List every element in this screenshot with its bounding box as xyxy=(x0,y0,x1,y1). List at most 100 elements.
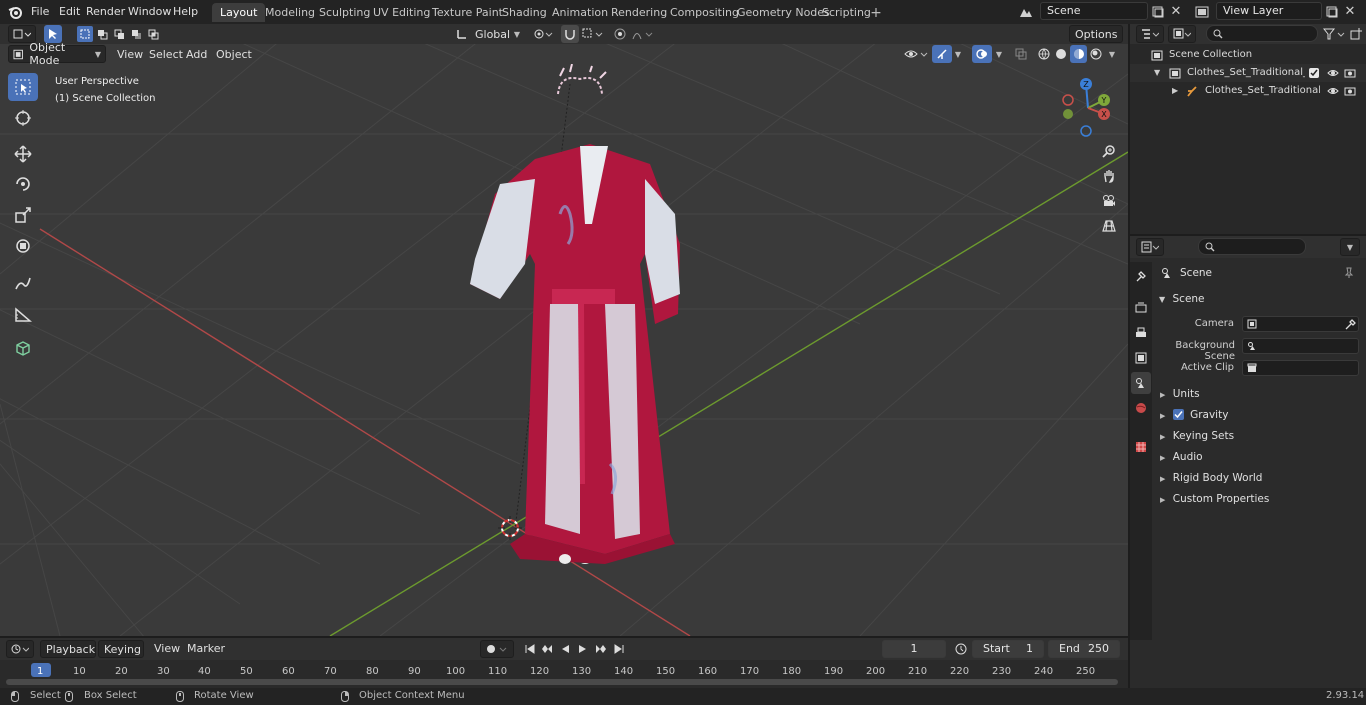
end-frame-field[interactable]: End 250 xyxy=(1048,640,1120,658)
snap-icon[interactable] xyxy=(561,25,579,43)
output-properties-tab-icon[interactable] xyxy=(1131,322,1151,344)
panel-units[interactable]: ▶ Units xyxy=(1156,384,1362,404)
menu-help[interactable]: Help xyxy=(168,3,203,21)
outliner-row-scene-collection[interactable]: Scene Collection xyxy=(1130,46,1366,64)
tool-measure-icon[interactable] xyxy=(8,300,38,328)
menu-object[interactable]: Object xyxy=(211,46,257,63)
pan-view-icon[interactable] xyxy=(1098,165,1120,187)
timeline-menu-view[interactable]: View xyxy=(149,640,185,657)
proportional-falloff-icon[interactable] xyxy=(630,26,656,42)
view-layer-field[interactable]: View Layer xyxy=(1216,2,1322,20)
background-scene-field[interactable] xyxy=(1242,338,1359,354)
outliner-display-mode-icon[interactable] xyxy=(1168,25,1196,43)
new-view-layer-icon[interactable] xyxy=(1324,3,1340,20)
scene-name-field[interactable]: Scene xyxy=(1040,2,1148,20)
delete-scene-icon[interactable]: ✕ xyxy=(1168,3,1184,20)
outliner-editor-type-icon[interactable] xyxy=(1136,25,1164,43)
tool-properties-tab-icon[interactable] xyxy=(1131,265,1151,287)
object-mode-icon[interactable]: Object Mode ▼ xyxy=(8,41,106,67)
tool-select-box-icon[interactable] xyxy=(8,73,38,101)
menu-file[interactable]: File xyxy=(26,3,54,21)
gizmo-dropdown-icon[interactable]: ▼ xyxy=(952,46,964,62)
use-preview-range-icon[interactable] xyxy=(953,641,969,657)
keying-dropdown[interactable]: Keying xyxy=(98,640,144,658)
xray-toggle-icon[interactable] xyxy=(1012,46,1030,62)
outliner-row-collection[interactable]: ▼ Clothes_Set_Traditional_Chine xyxy=(1130,64,1366,82)
jump-end-icon[interactable] xyxy=(611,641,627,657)
world-properties-tab-icon[interactable] xyxy=(1131,397,1151,419)
select-mode-new-icon[interactable] xyxy=(77,26,93,42)
snap-target-icon[interactable] xyxy=(580,26,606,42)
gizmo-toggle-icon[interactable] xyxy=(932,45,952,63)
tool-cursor-icon[interactable] xyxy=(8,104,38,132)
scene-section-header[interactable]: ▼ Scene xyxy=(1156,289,1362,309)
shading-rendered-icon[interactable] xyxy=(1088,46,1104,62)
expand-chevron-right-icon[interactable]: ▶ xyxy=(1172,82,1178,100)
expand-chevron-icon[interactable]: ▼ xyxy=(1154,64,1160,82)
new-scene-icon[interactable] xyxy=(1150,3,1166,20)
select-mode-invert-icon[interactable] xyxy=(128,26,144,42)
render-properties-tab-icon[interactable] xyxy=(1131,297,1151,319)
select-mode-intersect-icon[interactable] xyxy=(145,26,161,42)
robe-model[interactable] xyxy=(440,64,740,564)
playback-dropdown[interactable]: Playback xyxy=(40,640,96,658)
camera-field[interactable] xyxy=(1242,316,1359,332)
play-icon[interactable] xyxy=(575,641,591,657)
tool-transform-icon[interactable] xyxy=(8,232,38,260)
proportional-edit-icon[interactable] xyxy=(612,26,628,42)
pin-icon[interactable] xyxy=(1342,266,1356,280)
panel-custom-properties[interactable]: ▶ Custom Properties xyxy=(1156,489,1362,509)
3d-viewport[interactable]: User Perspective (1) Scene Collection Z … xyxy=(0,44,1128,636)
record-icon[interactable] xyxy=(480,640,514,658)
panel-audio[interactable]: ▶ Audio xyxy=(1156,447,1362,467)
tool-scale-icon[interactable] xyxy=(8,201,38,229)
collection-render-camera-icon[interactable] xyxy=(1343,66,1357,80)
zoom-view-icon[interactable] xyxy=(1098,140,1120,162)
shading-material-icon[interactable] xyxy=(1070,45,1087,63)
tool-rotate-icon[interactable] xyxy=(8,170,38,198)
active-clip-field[interactable] xyxy=(1242,360,1359,376)
jump-start-icon[interactable] xyxy=(522,641,538,657)
visibility-filter-icon[interactable] xyxy=(902,46,930,62)
shading-dropdown-icon[interactable]: ▼ xyxy=(1106,46,1118,62)
overlays-dropdown-icon[interactable]: ▼ xyxy=(993,46,1005,62)
select-mode-subtract-icon[interactable] xyxy=(111,26,127,42)
add-workspace-icon[interactable]: + xyxy=(868,5,884,21)
gravity-checkbox-icon[interactable] xyxy=(1172,409,1184,420)
properties-editor-type-icon[interactable] xyxy=(1136,238,1164,256)
shading-solid-icon[interactable] xyxy=(1053,46,1069,62)
pivot-point-icon[interactable] xyxy=(531,26,555,42)
tool-move-icon[interactable] xyxy=(8,140,38,168)
outliner-filter-icon[interactable] xyxy=(1320,26,1348,42)
select-mode-extend-icon[interactable] xyxy=(94,26,110,42)
menu-view[interactable]: View xyxy=(112,46,148,63)
view-layer-properties-tab-icon[interactable] xyxy=(1131,347,1151,369)
outliner-new-collection-icon[interactable] xyxy=(1348,26,1364,42)
timeline-menu-marker[interactable]: Marker xyxy=(182,640,230,657)
blender-logo-icon[interactable] xyxy=(7,4,23,20)
panel-rigid-body-world[interactable]: ▶ Rigid Body World xyxy=(1156,468,1362,488)
timeline-scrollbar[interactable] xyxy=(6,679,1118,685)
object-eye-icon[interactable] xyxy=(1326,84,1340,98)
delete-view-layer-icon[interactable]: ✕ xyxy=(1342,3,1358,20)
properties-search-field[interactable] xyxy=(1198,238,1306,255)
collection-eye-icon[interactable] xyxy=(1326,66,1340,80)
overlays-toggle-icon[interactable] xyxy=(972,45,992,63)
eyedropper-icon[interactable] xyxy=(1343,317,1357,331)
jump-keyframe-back-icon[interactable] xyxy=(539,641,555,657)
tool-add-cube-icon[interactable] xyxy=(8,334,38,362)
timeline-editor-type-icon[interactable] xyxy=(6,640,34,658)
current-frame-field[interactable]: 1 xyxy=(882,640,946,658)
play-reverse-icon[interactable] xyxy=(557,641,573,657)
panel-gravity[interactable]: ▶ Gravity xyxy=(1156,405,1362,425)
view-layer-icon[interactable] xyxy=(1190,3,1214,21)
3d-cursor-icon[interactable] xyxy=(498,516,522,540)
start-frame-field[interactable]: Start 1 xyxy=(972,640,1044,658)
properties-options-icon[interactable]: ▼ xyxy=(1340,238,1360,256)
orientation-chevron-icon[interactable]: ▼ xyxy=(512,28,522,40)
object-render-camera-icon[interactable] xyxy=(1343,84,1357,98)
outliner-row-object[interactable]: ▶ Clothes_Set_Traditional_( xyxy=(1130,82,1366,100)
navigation-gizmo[interactable]: Z Y X xyxy=(1058,76,1118,146)
ortho-grid-view-icon[interactable] xyxy=(1098,215,1120,237)
jump-keyframe-forward-icon[interactable] xyxy=(593,641,609,657)
